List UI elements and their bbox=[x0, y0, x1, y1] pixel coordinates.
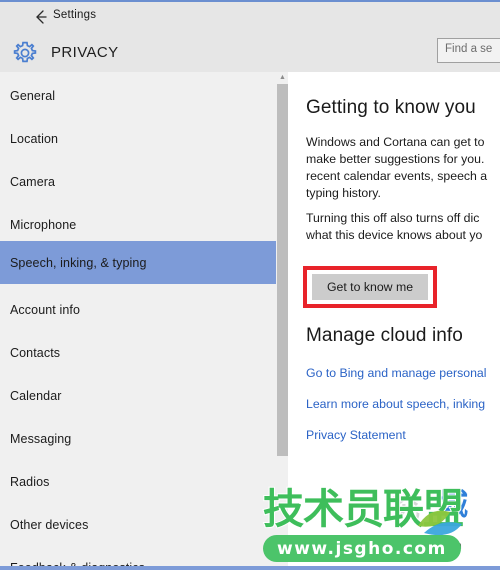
sidebar-item-label: Messaging bbox=[10, 431, 72, 446]
page-header: PRIVACY bbox=[0, 32, 500, 72]
sidebar-item-label: Speech, inking, & typing bbox=[10, 255, 147, 270]
link-learn-more-speech-inking[interactable]: Learn more about speech, inking bbox=[306, 397, 485, 411]
settings-sidebar: General Location Camera Microphone Speec… bbox=[0, 72, 288, 570]
sidebar-item-label: General bbox=[10, 88, 56, 103]
sidebar-item-other-devices[interactable]: Other devices bbox=[0, 503, 276, 546]
sidebar-item-contacts[interactable]: Contacts bbox=[0, 331, 276, 374]
sidebar-item-label: Contacts bbox=[10, 345, 61, 360]
paragraph-line: Turning this off also turns off dic bbox=[306, 211, 480, 225]
sidebar-item-label: Camera bbox=[10, 174, 56, 189]
paragraph-line: make better suggestions for you. bbox=[306, 152, 485, 166]
paragraph-line: recent calendar events, speech a bbox=[306, 169, 488, 183]
description-paragraph-2: Turning this off also turns off dic what… bbox=[306, 210, 482, 244]
sidebar-item-microphone[interactable]: Microphone bbox=[0, 203, 276, 246]
sidebar-item-account-info[interactable]: Account info bbox=[0, 288, 276, 331]
settings-window: Settings PRIVACY Find a se General Locat… bbox=[0, 0, 500, 570]
paragraph-line: typing history. bbox=[306, 186, 381, 200]
sidebar-item-label: Other devices bbox=[10, 517, 89, 532]
sidebar-item-messaging[interactable]: Messaging bbox=[0, 417, 276, 460]
link-privacy-statement[interactable]: Privacy Statement bbox=[306, 428, 406, 442]
get-to-know-me-button[interactable]: Get to know me bbox=[312, 274, 428, 300]
window-titlebar: Settings bbox=[0, 2, 500, 32]
sidebar-item-radios[interactable]: Radios bbox=[0, 460, 276, 503]
sidebar-item-label: Microphone bbox=[10, 217, 77, 232]
paragraph-line: Windows and Cortana can get to bbox=[306, 135, 485, 149]
sidebar-item-location[interactable]: Location bbox=[0, 117, 276, 160]
sidebar-item-calendar[interactable]: Calendar bbox=[0, 374, 276, 417]
section-heading-manage-cloud-info: Manage cloud info bbox=[306, 325, 463, 346]
paragraph-line: what this device knows about yo bbox=[306, 228, 483, 242]
back-arrow-icon[interactable] bbox=[30, 7, 52, 29]
sidebar-item-label: Radios bbox=[10, 474, 50, 489]
sidebar-item-label: Location bbox=[10, 131, 59, 146]
window-bottom-strip bbox=[0, 566, 500, 570]
sidebar-item-speech-inking-typing[interactable]: Speech, inking, & typing bbox=[0, 241, 276, 284]
sidebar-scrollbar-thumb[interactable] bbox=[277, 84, 288, 456]
page-title: PRIVACY bbox=[51, 44, 119, 61]
link-go-to-bing-manage-personal-info[interactable]: Go to Bing and manage personal bbox=[306, 366, 486, 380]
sidebar-item-label: Calendar bbox=[10, 388, 62, 403]
chevron-up-icon[interactable]: ▲ bbox=[277, 72, 288, 84]
sidebar-item-label: Account info bbox=[10, 302, 80, 317]
sidebar-item-general[interactable]: General bbox=[0, 74, 276, 117]
sidebar-item-camera[interactable]: Camera bbox=[0, 160, 276, 203]
description-paragraph-1: Windows and Cortana can get to make bett… bbox=[306, 134, 487, 202]
search-placeholder: Find a se bbox=[445, 43, 493, 55]
titlebar-label: Settings bbox=[53, 9, 97, 21]
search-input[interactable]: Find a se bbox=[437, 38, 500, 63]
settings-content: Getting to know you Windows and Cortana … bbox=[290, 72, 500, 570]
gear-icon bbox=[12, 40, 38, 66]
section-heading-getting-to-know-you: Getting to know you bbox=[306, 97, 476, 118]
